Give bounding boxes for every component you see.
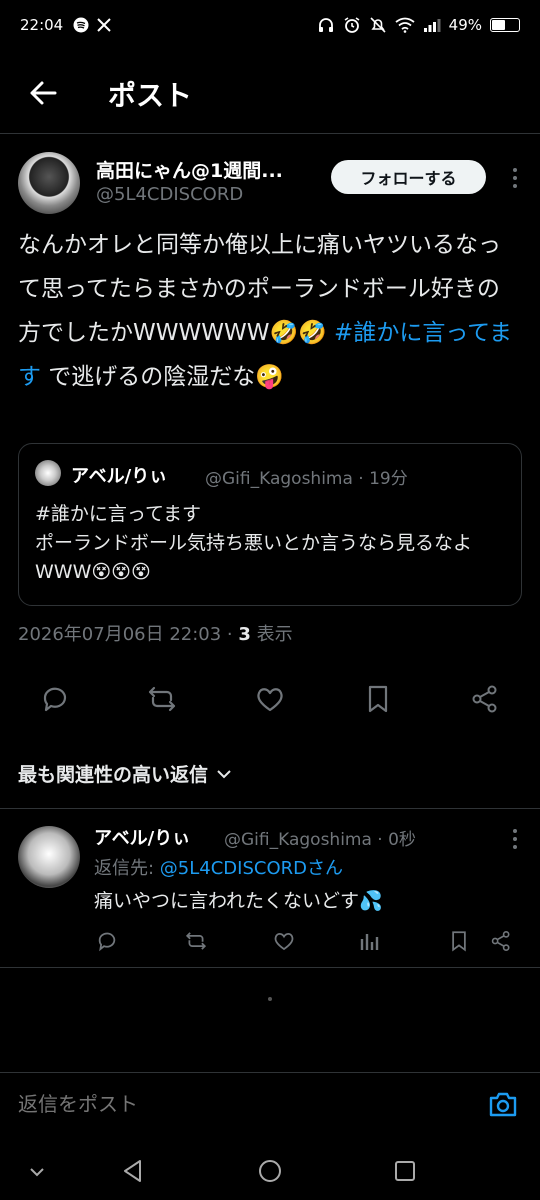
header-divider xyxy=(0,133,540,134)
reply-divider xyxy=(0,967,540,968)
quote-author-meta: @Gifi_Kagoshima · 19分 xyxy=(205,469,408,489)
quote-avatar xyxy=(35,460,61,486)
camera-icon[interactable] xyxy=(488,1090,518,1118)
reply-to-mention[interactable]: @5L4CDISCORDさん xyxy=(160,858,343,879)
reply-author-meta: @Gifi_Kagoshima · 0秒 xyxy=(224,830,416,850)
repost-icon[interactable] xyxy=(147,684,177,714)
nav-back-icon[interactable] xyxy=(120,1158,146,1184)
mute-bell-icon xyxy=(370,17,386,33)
nav-home-icon[interactable] xyxy=(257,1158,283,1184)
reply-to: 返信先: @5L4CDISCORDさん xyxy=(94,858,343,879)
compose-bar xyxy=(0,1074,540,1134)
views-count: 3 xyxy=(238,624,251,645)
reply-avatar[interactable] xyxy=(18,826,80,888)
avatar[interactable] xyxy=(18,152,80,214)
alarm-icon xyxy=(344,17,360,33)
reply-input[interactable] xyxy=(18,1092,458,1116)
chevron-down-icon xyxy=(217,769,231,778)
keyboard-hide-icon[interactable] xyxy=(24,1158,50,1184)
share-icon[interactable] xyxy=(470,684,500,714)
nav-recents-icon[interactable] xyxy=(392,1158,418,1184)
sort-divider xyxy=(0,808,540,809)
post-text: なんかオレと同等か俺以上に痛いヤツいるなって思ってたらまさかのポーランドボール好… xyxy=(18,232,513,390)
follow-button[interactable]: フォローする xyxy=(331,160,486,194)
reply-item[interactable]: アベル/りぃ @Gifi_Kagoshima · 0秒 返信先: @5L4CDI… xyxy=(0,820,540,965)
page-title: ポスト xyxy=(108,79,193,112)
battery-icon xyxy=(490,18,520,32)
repost-icon[interactable] xyxy=(185,930,207,952)
author-handle[interactable]: @5L4CDISCORD xyxy=(96,184,243,205)
reply-sort-dropdown[interactable]: 最も関連性の高い返信 xyxy=(18,760,232,787)
bookmark-icon[interactable] xyxy=(363,684,393,714)
headphones-icon xyxy=(318,18,333,32)
post-timestamp: 2026年07月06日 22:03 · 3 表示 xyxy=(18,624,293,645)
system-nav-bar xyxy=(0,1140,540,1200)
post-actions xyxy=(0,684,540,724)
reply-icon[interactable] xyxy=(40,684,70,714)
loading-indicator xyxy=(268,997,272,1001)
signal-icon xyxy=(423,19,441,32)
back-arrow-icon[interactable] xyxy=(28,78,58,108)
x-logo-icon xyxy=(97,18,111,32)
status-bar: 22:04 49% xyxy=(0,0,540,50)
compose-divider xyxy=(0,1072,540,1073)
battery-percent: 49% xyxy=(448,16,482,34)
like-icon[interactable] xyxy=(273,930,295,952)
post-author: 高田にゃん@1週間... @5L4CDISCORD フォローする xyxy=(18,150,522,220)
quoted-post[interactable]: アベル/りぃ @Gifi_Kagoshima · 19分 #誰かに言ってます ポ… xyxy=(18,443,522,606)
quote-author-name: アベル/りぃ xyxy=(71,466,168,487)
reply-sort-label: 最も関連性の高い返信 xyxy=(18,764,209,786)
reply-more-options-icon[interactable] xyxy=(508,828,522,850)
more-options-icon[interactable] xyxy=(508,166,522,190)
reply-icon[interactable] xyxy=(96,930,118,952)
reply-text: 痛いやつに言われたくないどす💦 xyxy=(94,890,383,912)
quote-text: #誰かに言ってます ポーランドボール気持ち悪いとか言うなら見るなよWWW😵😵😵 xyxy=(35,503,473,583)
status-time: 22:04 xyxy=(20,16,64,34)
like-icon[interactable] xyxy=(255,684,285,714)
reply-author-name[interactable]: アベル/りぃ xyxy=(94,824,190,850)
share-icon[interactable] xyxy=(490,930,512,952)
author-name[interactable]: 高田にゃん@1週間... xyxy=(96,156,283,183)
reply-actions xyxy=(0,930,540,956)
bookmark-icon[interactable] xyxy=(448,930,470,952)
wifi-icon xyxy=(395,17,415,33)
views-icon[interactable] xyxy=(359,930,381,952)
spotify-icon xyxy=(73,17,89,33)
top-bar: ポスト xyxy=(0,60,540,130)
